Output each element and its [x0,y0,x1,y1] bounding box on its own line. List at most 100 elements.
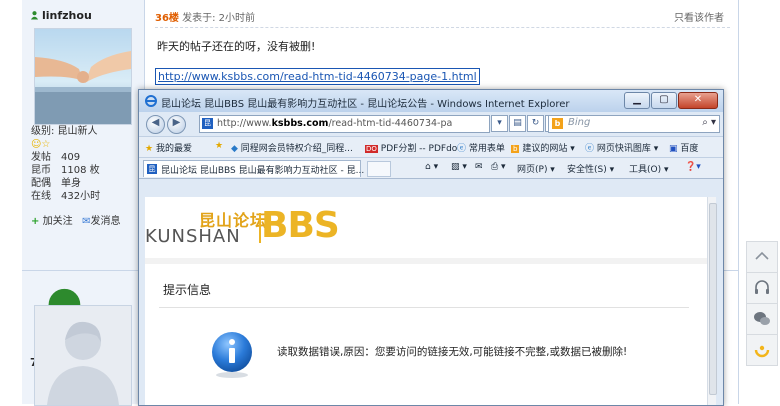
header-band [145,258,707,264]
search-input[interactable]: b Bing ⌕ ▾ [548,115,720,133]
info-icon [212,332,252,378]
notice-title: 提示信息 [163,283,212,297]
window-controls: ▁ ▢ ✕ [623,92,718,109]
address-domain: ksbbs.com [271,118,329,129]
suggested-sites-icon: b [511,145,520,153]
stat-row: 昆币 1108 枚 [31,164,100,177]
browser-tab-active[interactable]: 昆 昆山论坛 昆山BBS 昆山最有影响力互动社区 - 昆... [143,160,365,177]
stat-value: 432小时 [61,191,101,202]
search-placeholder: Bing [568,117,591,128]
wechat-icon [754,312,770,325]
floor-number[interactable]: 36楼 [155,13,179,24]
fav-item-pdfdo[interactable]: DO PDF分割 -- PDFdo [365,141,457,154]
new-tab-button[interactable] [367,161,391,177]
ie-title-bar[interactable]: 昆山论坛 昆山BBS 昆山最有影响力互动社区 - 昆山论坛公告 - Window… [139,90,723,112]
stat-row: 发帖 409 [31,151,100,164]
follow-label: 加关注 [42,216,73,227]
post1-username[interactable]: linfzhou [30,9,92,22]
post-meta: 36楼 发表于: 2小时前 [155,9,255,24]
fav-item-tongcheng[interactable]: ◆ 同程网会员特权介绍_同程... [231,141,353,154]
stat-key: 发帖 [31,152,51,163]
favorites-button[interactable]: ★ 我的最爱 [145,141,192,154]
ie-browser-window[interactable]: 昆山论坛 昆山BBS 昆山最有影响力互动社区 - 昆山论坛公告 - Window… [138,89,724,406]
compat-view-button[interactable]: ▤ [509,115,526,132]
stat-row: 在线 432小时 [31,190,100,203]
stat-key: 昆币 [31,165,51,176]
customer-service-button[interactable] [746,272,778,304]
message-button[interactable]: ✉发消息 [82,216,120,227]
dropdown-button[interactable]: ▾ [491,115,508,132]
hands-photo [35,51,131,124]
user-icon [30,11,39,20]
ie-page-icon: ⓔ [457,144,467,154]
tongcheng-icon: ◆ [231,144,238,154]
search-icon[interactable]: ⌕ ▾ [702,117,716,128]
add-star-icon: ★ [215,141,224,151]
pdf-icon: DO [365,145,378,153]
scroll-top-button[interactable] [746,241,778,273]
cmd-page[interactable]: 网页(P) ▾ [517,162,555,175]
envelope-icon: ✉ [82,216,91,227]
vertical-scrollbar[interactable] [707,197,717,405]
fav-item-baidu[interactable]: ▣ 百度 [669,141,698,154]
fav-label: 百度 [680,144,699,154]
post1-username-text: linfzhou [42,9,92,22]
author-sidebar: linfzhou 级别: 昆山新人 ☺☆ 发帖 409 昆币 1108 枚 配偶 单身… [22,0,145,406]
headset-icon [755,280,769,294]
close-button[interactable]: ✕ [678,92,718,109]
print-button[interactable]: ⎙ ▾ [491,162,506,172]
baidu-icon: ▣ [669,144,678,154]
ie-window-title: 昆山论坛 昆山BBS 昆山最有影响力互动社区 - 昆山论坛公告 - Window… [161,99,570,110]
kunshan-bbs-logo[interactable]: 昆山论坛 KUNSHAN BBS [145,205,355,247]
fav-item-suggested[interactable]: b 建议的网站 ▾ [511,141,575,154]
post-link[interactable]: http://www.ksbbs.com/read-htm-tid-446073… [155,68,480,85]
maximize-button[interactable]: ▢ [651,92,677,109]
post1-stats: 级别: 昆山新人 ☺☆ 发帖 409 昆币 1108 枚 配偶 单身 在线 432小时 [31,125,100,203]
default-avatar-silhouette [47,321,119,405]
minimize-icon: ▁ [633,94,641,105]
stat-value: 1108 枚 [61,165,100,176]
divider [155,27,730,28]
wechat-button[interactable] [746,303,778,335]
fav-label: 网页快讯图库 ▾ [596,144,659,154]
stat-value: 409 [61,152,81,163]
minimize-button[interactable]: ▁ [624,92,650,109]
follow-actions: + 加关注 ✉发消息 [31,212,121,227]
favorites-label: 我的最爱 [155,144,192,154]
qq-icon [754,345,770,358]
mail-button[interactable]: ✉ [475,162,483,172]
feeds-button[interactable]: ▧ ▾ [451,162,467,172]
cmd-tools[interactable]: 工具(O) ▾ [629,162,669,175]
bing-icon: b [552,118,563,129]
fav-item-webslice[interactable]: ⓔ 网页快讯图库 ▾ [585,141,658,154]
follow-button[interactable]: + 加关注 [31,216,73,227]
post1-avatar[interactable] [34,28,132,125]
posted-time: 发表于: 2小时前 [182,13,256,24]
address-bar-row: ◀ ▶ 昆 http://www.ksbbs.com/read-htm-tid-… [139,112,723,136]
fav-item-forms[interactable]: ⓔ 常用表单 [457,141,505,154]
back-button[interactable]: ◀ [146,115,165,134]
rank-stars: ☺☆ [31,139,51,150]
web-slice-icon: ⓔ [585,144,595,154]
refresh-button[interactable]: ↻ [527,115,544,132]
notice-divider [159,307,689,308]
scrollbar-thumb[interactable] [709,203,717,395]
maximize-icon: ▢ [659,94,669,105]
only-author-link[interactable]: 只看该作者 [674,9,724,24]
post2-avatar[interactable] [34,305,132,406]
logo-bbs: BBS [261,205,340,246]
add-favorite-button[interactable]: ★ [215,141,223,151]
plus-icon: + [31,216,40,227]
tab-title: 昆山论坛 昆山BBS 昆山最有影响力互动社区 - 昆... [161,166,365,176]
home-button[interactable]: ⌂ ▾ [425,162,438,172]
fav-label: 同程网会员特权介绍_同程... [240,144,353,154]
qq-button[interactable] [746,334,778,366]
cmd-safety[interactable]: 安全性(S) ▾ [567,162,614,175]
help-icon[interactable]: ❓▾ [685,162,701,172]
forum-page: linfzhou 级别: 昆山新人 ☺☆ 发帖 409 昆币 1108 枚 配偶 单身… [0,0,780,406]
favorites-bar: ★ 我的最爱 ★ ◆ 同程网会员特权介绍_同程... DO PDF分割 -- P… [139,136,723,157]
forward-button[interactable]: ▶ [167,115,186,134]
address-input[interactable]: 昆 http://www.ksbbs.com/read-htm-tid-4460… [199,115,490,133]
stat-row: 配偶 单身 [31,177,100,190]
address-prefix: http://www. [217,118,272,129]
